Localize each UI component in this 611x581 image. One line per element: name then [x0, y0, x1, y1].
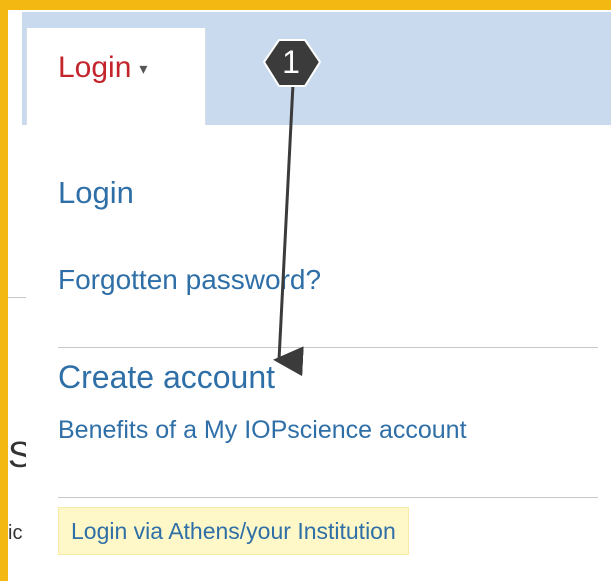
callout-number: 1 [282, 44, 300, 80]
login-toggle-label: Login [58, 51, 132, 84]
screenshot-frame: S ic Login ▾ Login Forgotten password? Cr… [0, 0, 611, 581]
background-text-fragment: S [8, 434, 26, 475]
menu-item-create-account[interactable]: Create account [58, 359, 275, 396]
athens-login-link[interactable]: Login via Athens/your Institution [58, 507, 409, 555]
menu-divider [58, 347, 598, 348]
menu-item-account-benefits[interactable]: Benefits of a My IOPscience account [58, 416, 467, 445]
login-dropdown-toggle[interactable]: Login ▾ [58, 51, 147, 85]
background-text-fragment-small: ic [8, 522, 23, 544]
menu-item-login[interactable]: Login [58, 175, 134, 211]
background-divider [8, 297, 26, 298]
menu-divider [58, 497, 598, 498]
login-dropdown-menu: Login Forgotten password? Create account… [26, 125, 611, 581]
menu-item-forgotten-password[interactable]: Forgotten password? [58, 264, 321, 296]
caret-down-icon: ▾ [139, 61, 148, 79]
